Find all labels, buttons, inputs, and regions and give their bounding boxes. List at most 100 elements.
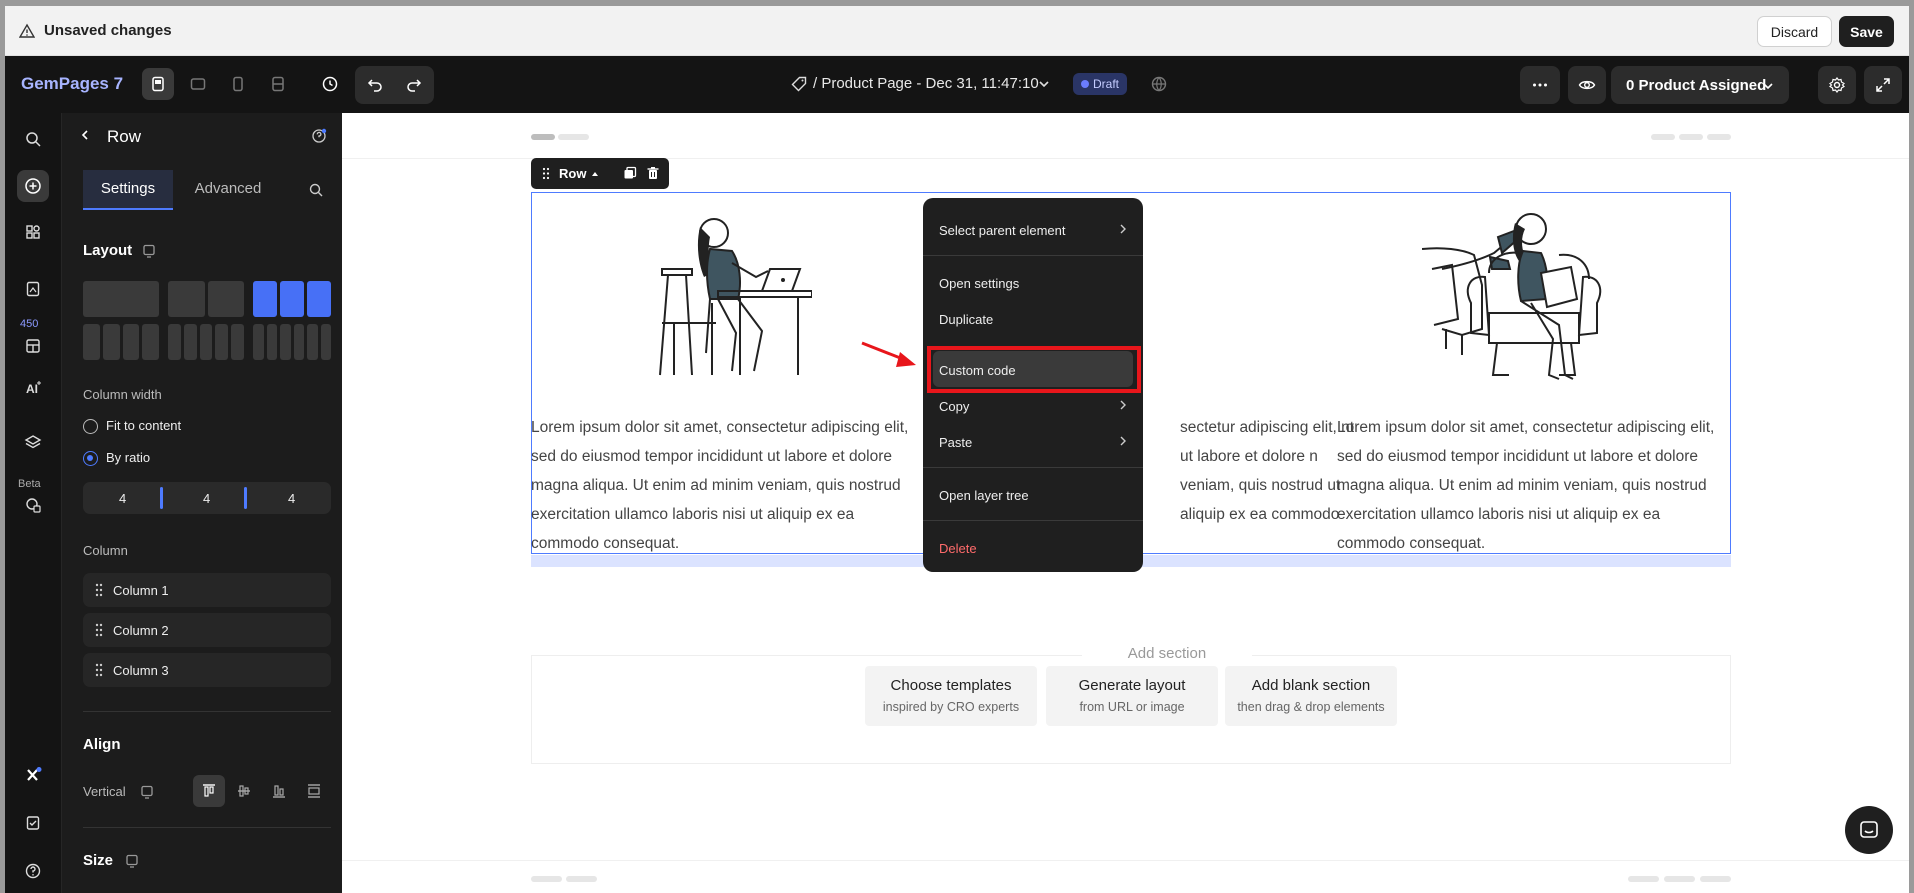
menu-item-duplicate[interactable]: Duplicate (939, 312, 993, 327)
generate-layout-button[interactable]: Generate layout from URL or image (1046, 666, 1218, 726)
row-tag-label[interactable]: Row (559, 166, 586, 181)
templates-count-badge: 450 (20, 318, 39, 330)
responsive-icon[interactable] (262, 68, 294, 100)
layout-option-2col[interactable] (168, 281, 244, 317)
align-bottom-icon[interactable] (263, 775, 295, 807)
add-icon[interactable] (17, 170, 49, 202)
save-button[interactable]: Save (1839, 16, 1894, 47)
chat-launcher-button[interactable] (1845, 806, 1893, 854)
mobile-icon[interactable] (222, 68, 254, 100)
layout-option-5col[interactable] (168, 324, 244, 360)
footer-divider (342, 860, 1909, 861)
column-item-1[interactable]: Column 1 (83, 573, 331, 607)
column-3-text[interactable]: Lorem ipsum dolor sit amet, consectetur … (1337, 413, 1732, 558)
settings-button[interactable] (1818, 66, 1856, 104)
skeleton-bar (1679, 134, 1703, 140)
eye-icon (1578, 80, 1596, 90)
code-icon[interactable] (17, 489, 49, 521)
undo-icon[interactable] (359, 69, 391, 101)
drag-handle-icon[interactable] (542, 167, 550, 180)
ratio-value-2[interactable]: 4 (203, 491, 210, 506)
pages-icon[interactable] (17, 273, 49, 305)
tablet-landscape-icon[interactable] (182, 68, 214, 100)
elements-icon[interactable] (17, 216, 49, 248)
checklist-icon[interactable] (17, 807, 49, 839)
column-item-label: Column 3 (113, 663, 169, 678)
radio-button[interactable] (83, 419, 98, 435)
page-title[interactable]: / Product Page - Dec 31, 11:47:10 (813, 75, 1039, 92)
add-section-title: Add section (1082, 645, 1252, 662)
by-ratio-radio[interactable]: By ratio (83, 450, 150, 467)
ratio-handle-1[interactable] (160, 487, 163, 509)
discard-button[interactable]: Discard (1757, 16, 1832, 47)
ratio-editor[interactable]: 4 4 4 (83, 482, 331, 514)
arrow-annotation-icon (861, 341, 916, 367)
align-top-icon[interactable] (193, 775, 225, 807)
card-title: Add blank section (1251, 677, 1371, 694)
x-icon[interactable] (17, 759, 49, 791)
history-icon[interactable] (314, 68, 346, 100)
desktop-icon (126, 854, 138, 868)
desktop-icon[interactable] (142, 68, 174, 100)
back-icon[interactable] (79, 129, 91, 141)
more-button[interactable] (1520, 66, 1560, 104)
align-middle-icon[interactable] (228, 775, 260, 807)
tab-settings[interactable]: Settings (83, 170, 173, 210)
tag-icon (791, 76, 807, 92)
vertical-align-group (193, 775, 331, 807)
duplicate-icon[interactable] (623, 166, 637, 180)
column-2-text[interactable]: sectetur adipiscing elit, nt ut labore e… (1180, 413, 1360, 529)
align-label: Align (83, 736, 121, 753)
column-item-label: Column 2 (113, 623, 169, 638)
card-title: Choose templates (890, 677, 1012, 694)
search-icon[interactable] (308, 182, 324, 198)
layers-icon[interactable] (17, 426, 49, 458)
search-icon[interactable] (17, 123, 49, 155)
help-icon[interactable] (17, 855, 49, 887)
menu-item-open-settings[interactable]: Open settings (939, 276, 1019, 291)
layout-label: Layout (83, 242, 133, 259)
column-item-2[interactable]: Column 2 (83, 613, 331, 647)
redo-icon[interactable] (398, 69, 430, 101)
drag-handle-icon[interactable] (95, 583, 103, 597)
align-stretch-icon[interactable] (298, 775, 330, 807)
product-assigned-button[interactable]: 0 Product Assigned (1611, 66, 1789, 104)
fit-to-content-radio[interactable]: Fit to content (83, 418, 181, 435)
preview-button[interactable] (1568, 66, 1606, 104)
drag-handle-icon[interactable] (95, 623, 103, 637)
ratio-handle-2[interactable] (244, 487, 247, 509)
column-width-label: Column width (83, 387, 162, 402)
skeleton-bar (1664, 876, 1695, 882)
translate-icon[interactable] (1150, 75, 1168, 93)
templates-icon[interactable] (17, 330, 49, 362)
column-item-3[interactable]: Column 3 (83, 653, 331, 687)
unsaved-changes-bar: Unsaved changes Discard Save (5, 6, 1909, 56)
help-icon[interactable] (311, 128, 327, 144)
add-blank-section-button[interactable]: Add blank section then drag & drop eleme… (1225, 666, 1397, 726)
divider (83, 711, 331, 712)
skeleton-bar (1707, 134, 1731, 140)
tab-advanced[interactable]: Advanced (178, 170, 278, 210)
row-toolbar[interactable]: Row (531, 158, 669, 189)
status-badge: Draft (1073, 73, 1128, 95)
ratio-value-3[interactable]: 4 (288, 491, 295, 506)
layout-option-3col[interactable] (253, 281, 331, 317)
choose-templates-button[interactable]: Choose templates inspired by CRO experts (865, 666, 1037, 726)
layout-option-6col[interactable] (253, 324, 331, 360)
layout-option-4col[interactable] (83, 324, 159, 360)
trash-icon[interactable] (646, 166, 660, 180)
layout-option-1col[interactable] (83, 281, 159, 317)
ratio-value-1[interactable]: 4 (119, 491, 126, 506)
more-icon (1533, 83, 1547, 87)
radio-button-selected[interactable] (83, 451, 98, 467)
skeleton-bar (1628, 876, 1659, 882)
ai-icon[interactable]: AI (17, 372, 49, 404)
drag-handle-icon[interactable] (95, 663, 103, 677)
chevron-down-icon (1763, 83, 1773, 90)
chevron-down-icon[interactable] (1037, 77, 1051, 91)
expand-button[interactable] (1864, 66, 1902, 104)
caret-up-icon[interactable] (591, 170, 599, 178)
column-1-text[interactable]: Lorem ipsum dolor sit amet, consectetur … (531, 413, 926, 558)
menu-item-select-parent[interactable]: Select parent element (939, 223, 1065, 238)
unsaved-message: Unsaved changes (44, 22, 172, 39)
